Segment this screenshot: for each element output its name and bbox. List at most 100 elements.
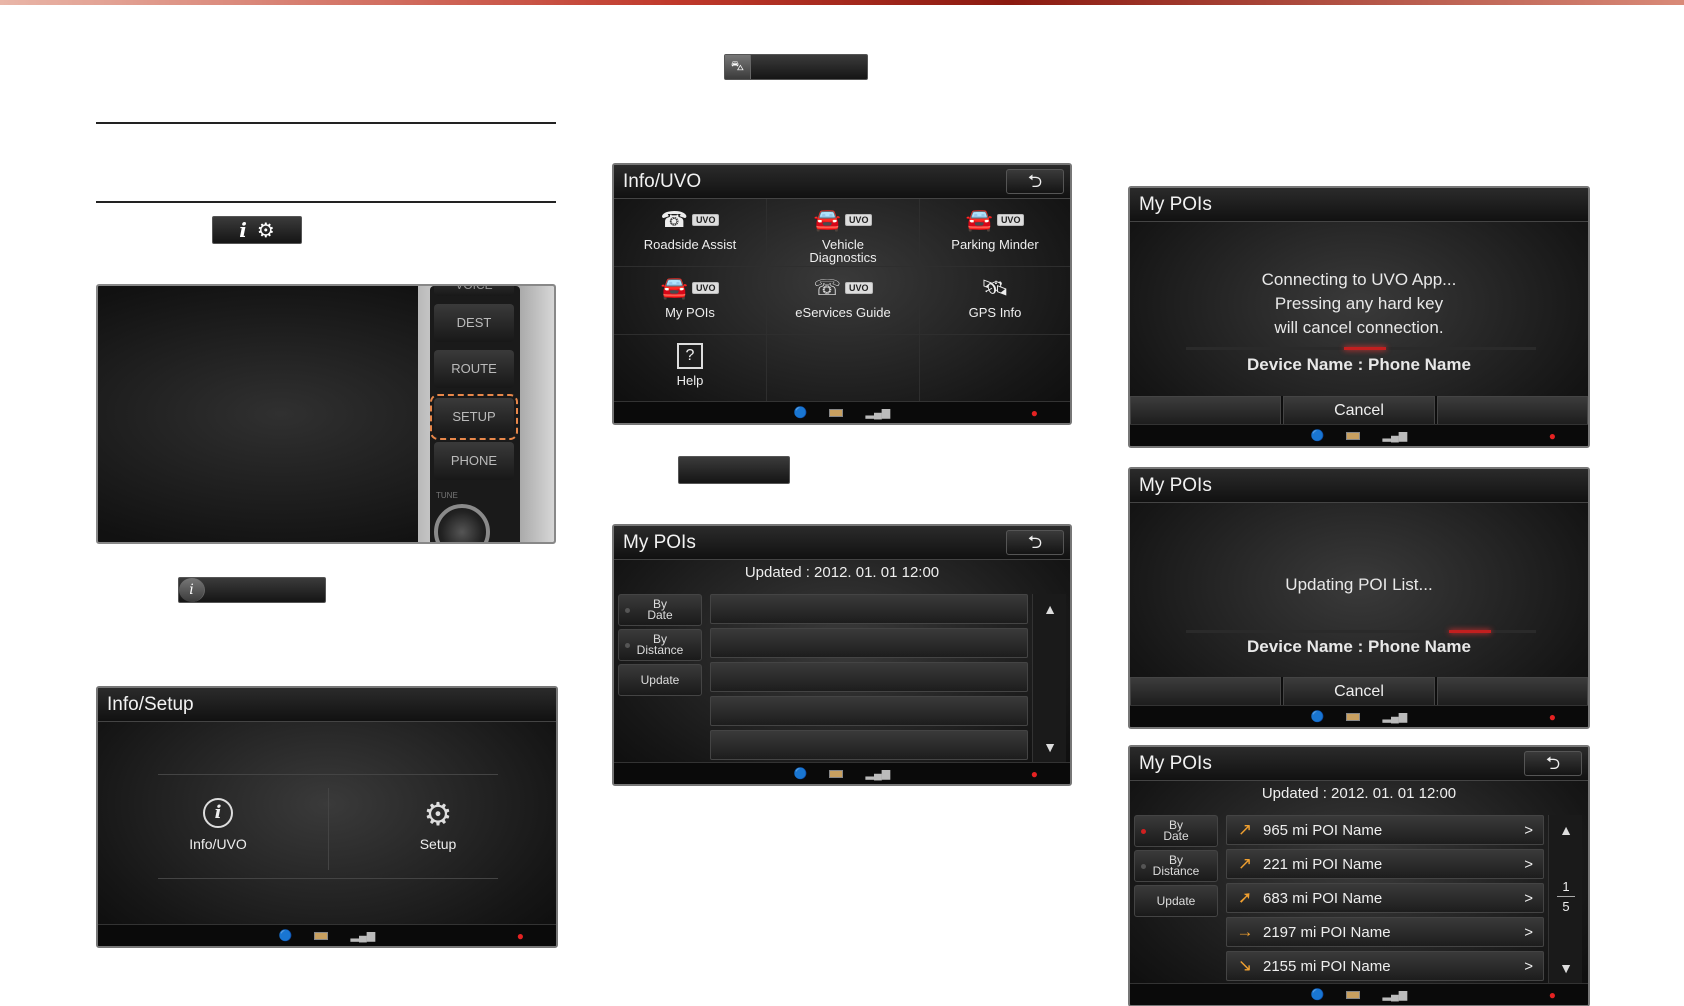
list-item[interactable]: → 2197 mi POI Name > — [1226, 917, 1544, 947]
list-item[interactable] — [710, 730, 1028, 760]
record-icon: ● — [1548, 428, 1556, 443]
updated-label: Updated : 2012. 01. 01 12:00 — [744, 564, 940, 581]
vehicle-diagnostics-icon: 🚘 — [813, 207, 841, 232]
info-uvo-screen: Info/UVO ⮌ ☎ UVO Roadside Assist 🚘 UVO Veh… — [612, 163, 1072, 425]
connecting-line3: will cancel connection. — [1274, 318, 1444, 337]
battery-icon — [1346, 990, 1361, 999]
panel-setup-button[interactable]: SETUP — [430, 394, 518, 440]
panel-dest-button[interactable]: DEST — [434, 304, 514, 342]
connecting-line1: Connecting to UVO App... — [1261, 270, 1457, 289]
by-distance-button[interactable]: By Distance — [1134, 850, 1218, 882]
satellite-icon: 🛰 — [981, 275, 1009, 300]
button-bar: Cancel — [1130, 396, 1588, 426]
bluetooth-icon: 🔵 — [278, 930, 293, 942]
chevron-right-icon: > — [1524, 923, 1533, 941]
poi-label: 2155 mi POI Name — [1263, 957, 1391, 975]
cancel-button[interactable]: Cancel — [1283, 677, 1435, 707]
panel-phone-button[interactable]: PHONE — [434, 442, 514, 480]
item-label: eServices Guide — [795, 305, 891, 320]
updated-label: Updated : 2012. 01. 01 12:00 — [1261, 785, 1457, 802]
eservices-guide-item[interactable]: ☏ UVO eServices Guide — [767, 267, 920, 335]
scrollbar[interactable]: ▲ 1 5 ▼ — [1548, 815, 1582, 983]
by-date-button[interactable]: By Date — [618, 594, 702, 626]
vehicle-diagnostics-item[interactable]: 🚘 UVO Vehicle Diagnostics — [767, 199, 920, 267]
scrollbar[interactable]: ▲ ▼ — [1032, 594, 1066, 762]
scroll-down-icon[interactable]: ▼ — [1549, 953, 1583, 983]
poi-car-icon: 🚘 — [660, 275, 688, 300]
signal-icon: ▂▄▆ — [865, 768, 891, 780]
button-label: By Date — [1163, 818, 1189, 843]
by-distance-button[interactable]: By Distance — [618, 629, 702, 661]
chevron-right-icon: > — [1524, 957, 1533, 975]
list-item[interactable]: ↗ 221 mi POI Name > — [1226, 849, 1544, 879]
status-bar: 🔵 ▂▄▆ ● — [98, 924, 556, 946]
status-bar: 🔵 ▂▄▆ ● — [614, 762, 1070, 784]
scroll-up-icon[interactable]: ▲ — [1549, 815, 1583, 845]
list-item[interactable] — [710, 594, 1028, 624]
menu-grid: ☎ UVO Roadside Assist 🚘 UVO Vehicle Diagno… — [614, 199, 1070, 405]
list-item[interactable] — [710, 628, 1028, 658]
gps-info-item[interactable]: 🛰 GPS Info — [920, 267, 1070, 335]
roadside-assist-item[interactable]: ☎ UVO Roadside Assist — [614, 199, 767, 267]
my-pois-key — [678, 456, 790, 484]
panel-route-button[interactable]: ROUTE — [434, 350, 514, 388]
by-date-button[interactable]: By Date — [1134, 815, 1218, 847]
back-button[interactable]: ⮌ — [1006, 169, 1064, 194]
item-label: GPS Info — [968, 305, 1022, 320]
connection-progress — [1186, 347, 1536, 350]
direction-arrow-icon: ↘ — [1237, 956, 1253, 975]
device-name: Device Name : Phone Name — [1247, 355, 1471, 374]
info-icon: i — [203, 798, 233, 828]
top-accent-bar — [0, 0, 1684, 5]
info-setup-key: i ⚙ — [212, 216, 302, 244]
info-uvo-item[interactable]: i Info/UVO — [168, 798, 268, 868]
list-item[interactable]: ↗ 965 mi POI Name > — [1226, 815, 1544, 845]
panel-voice-button[interactable]: VOICE — [434, 286, 514, 296]
screen-title: Info/UVO — [614, 165, 1070, 199]
uvo-badge: UVO — [996, 214, 1025, 226]
parking-minder-item[interactable]: 🚘 UVO Parking Minder — [920, 199, 1070, 267]
signal-icon: ▂▄▆ — [350, 930, 376, 942]
list-item[interactable] — [710, 696, 1028, 726]
item-label: Vehicle Diagnostics — [809, 237, 877, 265]
gear-icon: ⚙ — [423, 796, 453, 832]
uvo-badge: UVO — [691, 214, 720, 226]
uvo-badge: UVO — [691, 282, 720, 294]
divider — [158, 878, 498, 879]
page-divider — [1557, 896, 1575, 897]
back-button[interactable]: ⮌ — [1524, 751, 1582, 776]
cancel-button[interactable]: Cancel — [1283, 396, 1435, 426]
record-icon: ● — [1030, 766, 1038, 781]
bluetooth-icon: 🔵 — [1310, 989, 1325, 1001]
signal-icon: ▂▄▆ — [1382, 430, 1408, 442]
list-item[interactable]: ➚ 683 mi POI Name > — [1226, 883, 1544, 913]
poi-label: 2197 mi POI Name — [1263, 923, 1391, 941]
updating-screen: My POIs Updating POI List... Device Name… — [1128, 467, 1590, 729]
status-bar: 🔵 ▂▄▆ ● — [1130, 705, 1588, 727]
battery-icon — [829, 769, 844, 778]
battery-icon — [314, 931, 329, 940]
list-item[interactable] — [710, 662, 1028, 692]
empty-button — [1436, 396, 1588, 426]
item-label: Parking Minder — [951, 237, 1039, 252]
empty-cell — [920, 335, 1070, 405]
info-uvo-key: i — [178, 577, 326, 603]
my-pois-empty-screen: My POIs ⮌ Updated : 2012. 01. 01 12:00 B… — [612, 524, 1072, 786]
back-button[interactable]: ⮌ — [1006, 530, 1064, 555]
screen-title: Info/Setup — [98, 688, 556, 722]
help-item[interactable]: ? Help — [614, 335, 767, 405]
list-item[interactable]: ↘ 2155 mi POI Name > — [1226, 951, 1544, 981]
update-button[interactable]: Update — [618, 664, 702, 696]
scroll-down-icon[interactable]: ▼ — [1033, 732, 1067, 762]
connecting-line2: Pressing any hard key — [1274, 294, 1444, 313]
setup-item[interactable]: ⚙ Setup — [388, 798, 488, 868]
my-pois-item[interactable]: 🚘 UVO My POIs — [614, 267, 767, 335]
empty-button — [1436, 677, 1588, 707]
poi-label: 965 mi POI Name — [1263, 821, 1383, 839]
record-icon: ● — [516, 928, 524, 943]
direction-arrow-icon: ➚ — [1237, 888, 1253, 907]
update-button[interactable]: Update — [1134, 885, 1218, 917]
item-label: Info/UVO — [189, 836, 247, 852]
scroll-up-icon[interactable]: ▲ — [1033, 594, 1067, 624]
bluetooth-icon: 🔵 — [1310, 430, 1325, 442]
